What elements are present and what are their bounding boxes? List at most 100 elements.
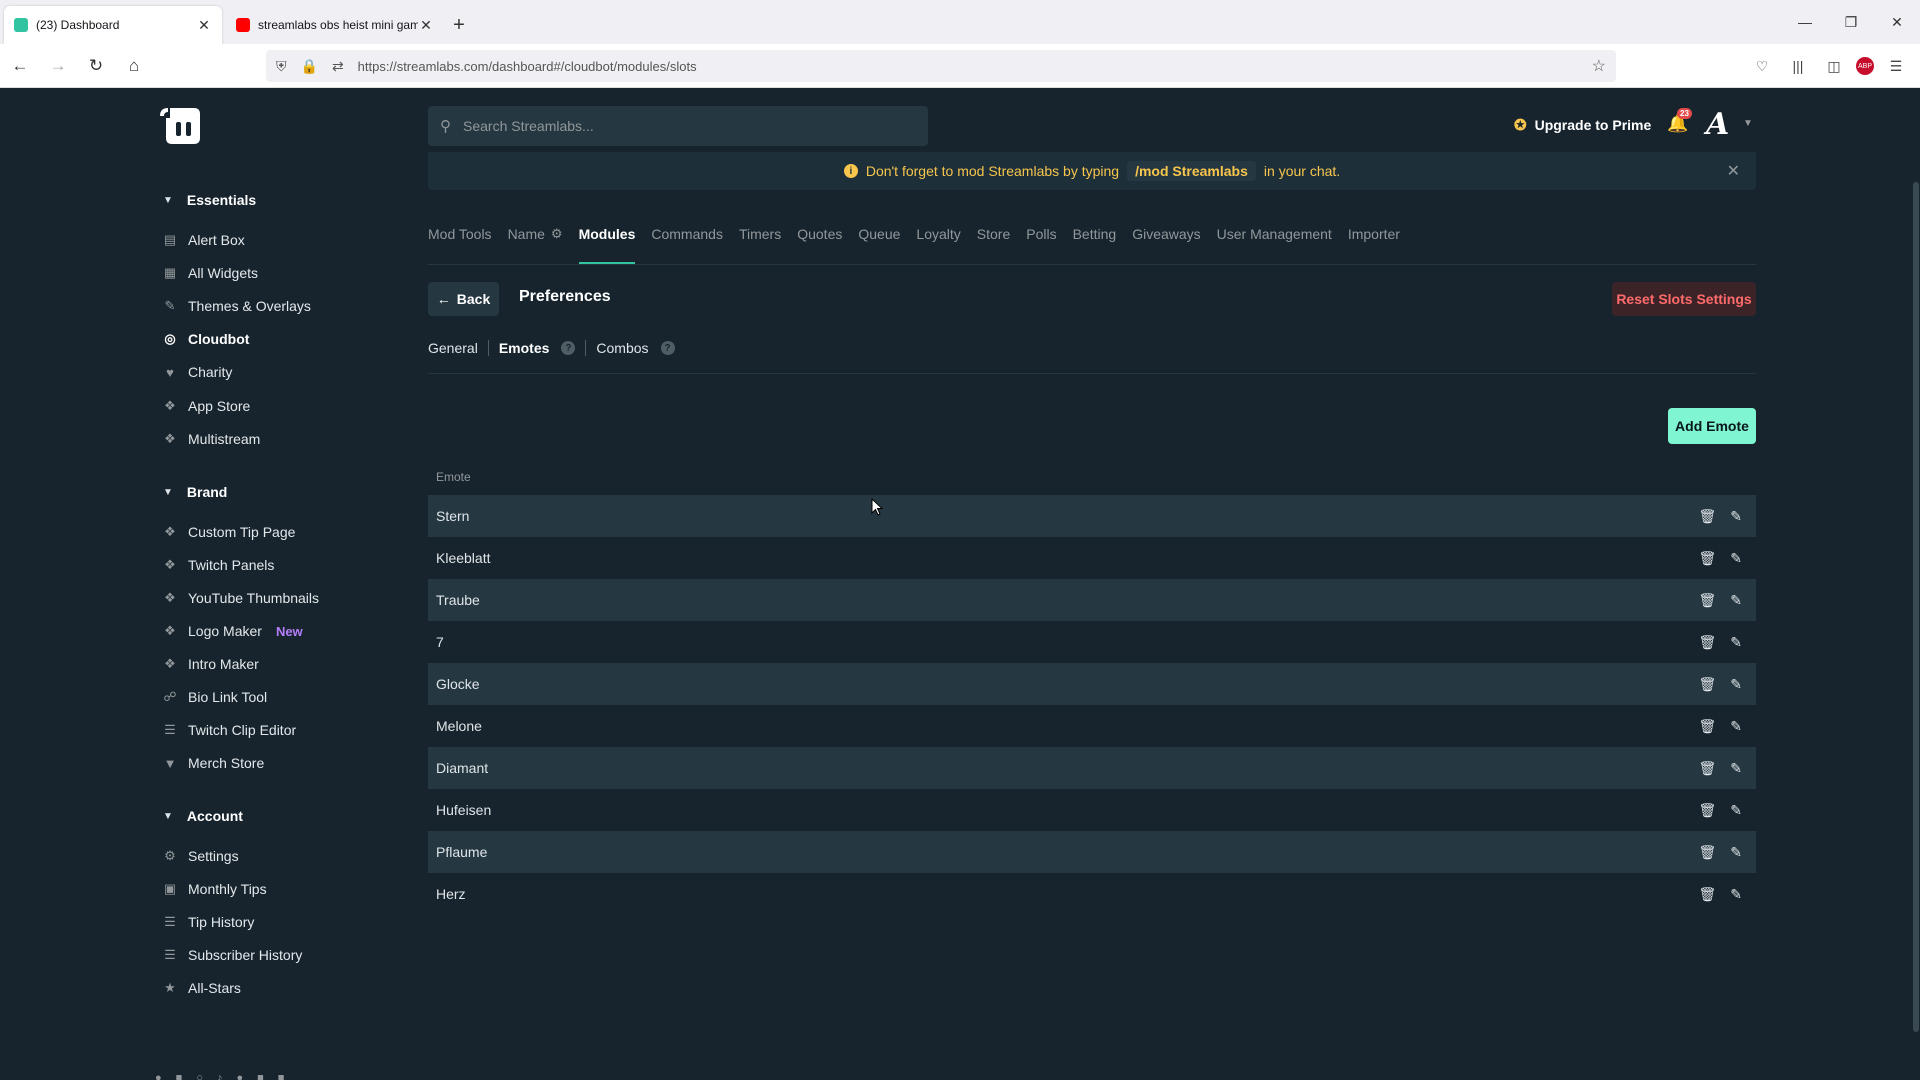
- sidebar-section-account[interactable]: ▼ Account: [163, 808, 243, 824]
- pocket-icon[interactable]: ♡: [1748, 50, 1776, 82]
- pencil-icon[interactable]: ✎: [1730, 844, 1742, 861]
- trash-icon[interactable]: 🗑: [1698, 592, 1716, 609]
- subtab-combos[interactable]: Combos?: [596, 340, 675, 356]
- adblock-icon[interactable]: ABP: [1856, 57, 1874, 75]
- pencil-icon[interactable]: ✎: [1730, 886, 1742, 903]
- trash-icon[interactable]: 🗑: [1698, 760, 1716, 777]
- page-scrollbar[interactable]: [1912, 88, 1920, 1080]
- scrollbar-thumb[interactable]: [1913, 182, 1919, 1032]
- sidebar-item-twitch-clip-editor[interactable]: ☰ Twitch Clip Editor: [161, 719, 296, 741]
- tab-user-management[interactable]: User Management: [1217, 226, 1332, 264]
- reload-icon[interactable]: ↻: [78, 50, 114, 82]
- trash-icon[interactable]: 🗑: [1698, 886, 1716, 903]
- bookmark-star-icon[interactable]: ☆: [1592, 56, 1606, 76]
- shield-icon[interactable]: ⛨: [276, 58, 287, 75]
- sidebar-item-twitch-panels[interactable]: ❖ Twitch Panels: [161, 554, 274, 576]
- youtube-icon[interactable]: ■: [176, 1072, 183, 1080]
- sidebar-item-subscriber-history[interactable]: ☰ Subscriber History: [161, 944, 302, 966]
- sidebar-item-logo-maker[interactable]: ❖ Logo Maker New: [161, 620, 303, 642]
- menu-icon[interactable]: ☰: [1882, 50, 1910, 82]
- sidebar-toggle-icon[interactable]: ◫: [1820, 50, 1848, 82]
- sidebar-item-intro-maker[interactable]: ❖ Intro Maker: [161, 653, 259, 675]
- sidebar-item-themes-overlays[interactable]: ✎ Themes & Overlays: [161, 295, 311, 317]
- permissions-icon[interactable]: ⇄: [332, 58, 344, 75]
- tab-modules[interactable]: Modules: [578, 226, 636, 264]
- back-button[interactable]: ← Back: [428, 282, 499, 316]
- close-tab-icon[interactable]: ✕: [418, 17, 434, 34]
- trash-icon[interactable]: 🗑: [1698, 634, 1716, 651]
- library-icon[interactable]: |||: [1784, 50, 1812, 82]
- browser-tab[interactable]: (23) Dashboard ✕: [4, 6, 222, 44]
- sidebar-item-app-store[interactable]: ❖ App Store: [161, 395, 250, 417]
- sidebar-item-tip-history[interactable]: ☰ Tip History: [161, 911, 254, 933]
- tab-name[interactable]: Name ⚙: [508, 226, 563, 264]
- close-window-icon[interactable]: ✕: [1874, 0, 1920, 44]
- help-icon[interactable]: ?: [561, 341, 576, 355]
- sidebar-item-cloudbot[interactable]: ◎ Cloudbot: [161, 328, 249, 350]
- chevron-down-icon[interactable]: ▼: [1743, 118, 1753, 129]
- sidebar-item-all-stars[interactable]: ★ All-Stars: [161, 977, 241, 999]
- avatar[interactable]: A: [1706, 108, 1736, 142]
- minimize-icon[interactable]: —: [1782, 0, 1828, 44]
- discord-icon[interactable]: ●: [236, 1072, 243, 1080]
- gear-icon[interactable]: ⚙: [551, 226, 563, 242]
- tab-importer[interactable]: Importer: [1348, 226, 1400, 264]
- tab-giveaways[interactable]: Giveaways: [1132, 226, 1200, 264]
- sidebar-section-brand[interactable]: ▼ Brand: [163, 484, 227, 500]
- forward-arrow-icon[interactable]: →: [40, 50, 76, 82]
- streamlabs-logo-icon[interactable]: [160, 106, 204, 146]
- add-emote-button[interactable]: Add Emote: [1668, 408, 1756, 444]
- subtab-emotes[interactable]: Emotes?: [499, 340, 576, 356]
- trash-icon[interactable]: 🗑: [1698, 802, 1716, 819]
- pencil-icon[interactable]: ✎: [1730, 760, 1742, 777]
- tab-queue[interactable]: Queue: [858, 226, 900, 264]
- blog-icon[interactable]: ■: [257, 1072, 264, 1080]
- tab-betting[interactable]: Betting: [1073, 226, 1117, 264]
- tab-timers[interactable]: Timers: [739, 226, 781, 264]
- browser-tab[interactable]: streamlabs obs heist mini game ✕: [226, 6, 444, 44]
- help-icon[interactable]: ?: [660, 341, 675, 355]
- sidebar-item-settings[interactable]: ⚙ Settings: [161, 845, 238, 867]
- home-icon[interactable]: ⌂: [116, 50, 152, 82]
- sidebar-item-youtube-thumbnails[interactable]: ❖ YouTube Thumbnails: [161, 587, 319, 609]
- search-bar[interactable]: ⚲: [428, 106, 928, 146]
- restore-icon[interactable]: ❐: [1828, 0, 1874, 44]
- more-icon[interactable]: ■: [278, 1072, 285, 1080]
- trash-icon[interactable]: 🗑: [1698, 718, 1716, 735]
- search-input[interactable]: [463, 118, 903, 134]
- trash-icon[interactable]: 🗑: [1698, 676, 1716, 693]
- back-arrow-icon[interactable]: ←: [2, 50, 38, 82]
- pencil-icon[interactable]: ✎: [1730, 718, 1742, 735]
- close-icon[interactable]: ✕: [1727, 161, 1740, 181]
- sidebar-item-multistream[interactable]: ❖ Multistream: [161, 428, 260, 450]
- tab-quotes[interactable]: Quotes: [797, 226, 842, 264]
- instagram-icon[interactable]: ○: [196, 1072, 203, 1080]
- sidebar-item-monthly-tips[interactable]: ▣ Monthly Tips: [161, 878, 267, 900]
- new-tab-button[interactable]: +: [444, 6, 474, 44]
- lock-icon[interactable]: 🔒: [301, 58, 318, 75]
- trash-icon[interactable]: 🗑: [1698, 844, 1716, 861]
- pencil-icon[interactable]: ✎: [1730, 802, 1742, 819]
- close-tab-icon[interactable]: ✕: [196, 17, 212, 34]
- sidebar-item-all-widgets[interactable]: ▦ All Widgets: [161, 262, 258, 284]
- subtab-general[interactable]: General: [428, 340, 478, 356]
- tab-mod-tools[interactable]: Mod Tools: [428, 226, 492, 264]
- sidebar-item-alert-box[interactable]: ▤ Alert Box: [161, 229, 245, 251]
- upgrade-to-prime-button[interactable]: ✪ Upgrade to Prime: [1514, 116, 1651, 134]
- pencil-icon[interactable]: ✎: [1730, 592, 1742, 609]
- sidebar-item-bio-link-tool[interactable]: ☍ Bio Link Tool: [161, 686, 267, 708]
- pencil-icon[interactable]: ✎: [1730, 676, 1742, 693]
- sidebar-item-charity[interactable]: ♥ Charity: [161, 361, 232, 383]
- pencil-icon[interactable]: ✎: [1730, 508, 1742, 525]
- trash-icon[interactable]: 🗑: [1698, 550, 1716, 567]
- trash-icon[interactable]: 🗑: [1698, 508, 1716, 525]
- tab-polls[interactable]: Polls: [1026, 226, 1056, 264]
- pencil-icon[interactable]: ✎: [1730, 634, 1742, 651]
- sidebar-section-essentials[interactable]: ▼ Essentials: [163, 192, 256, 208]
- tab-loyalty[interactable]: Loyalty: [916, 226, 960, 264]
- twitter-icon[interactable]: ●: [155, 1072, 162, 1080]
- sidebar-item-custom-tip-page[interactable]: ❖ Custom Tip Page: [161, 521, 295, 543]
- address-bar[interactable]: ⛨ 🔒 ⇄ https://streamlabs.com/dashboard#/…: [266, 50, 1616, 82]
- url-text[interactable]: https://streamlabs.com/dashboard#/cloudb…: [358, 59, 697, 74]
- tiktok-icon[interactable]: ♪: [217, 1072, 223, 1080]
